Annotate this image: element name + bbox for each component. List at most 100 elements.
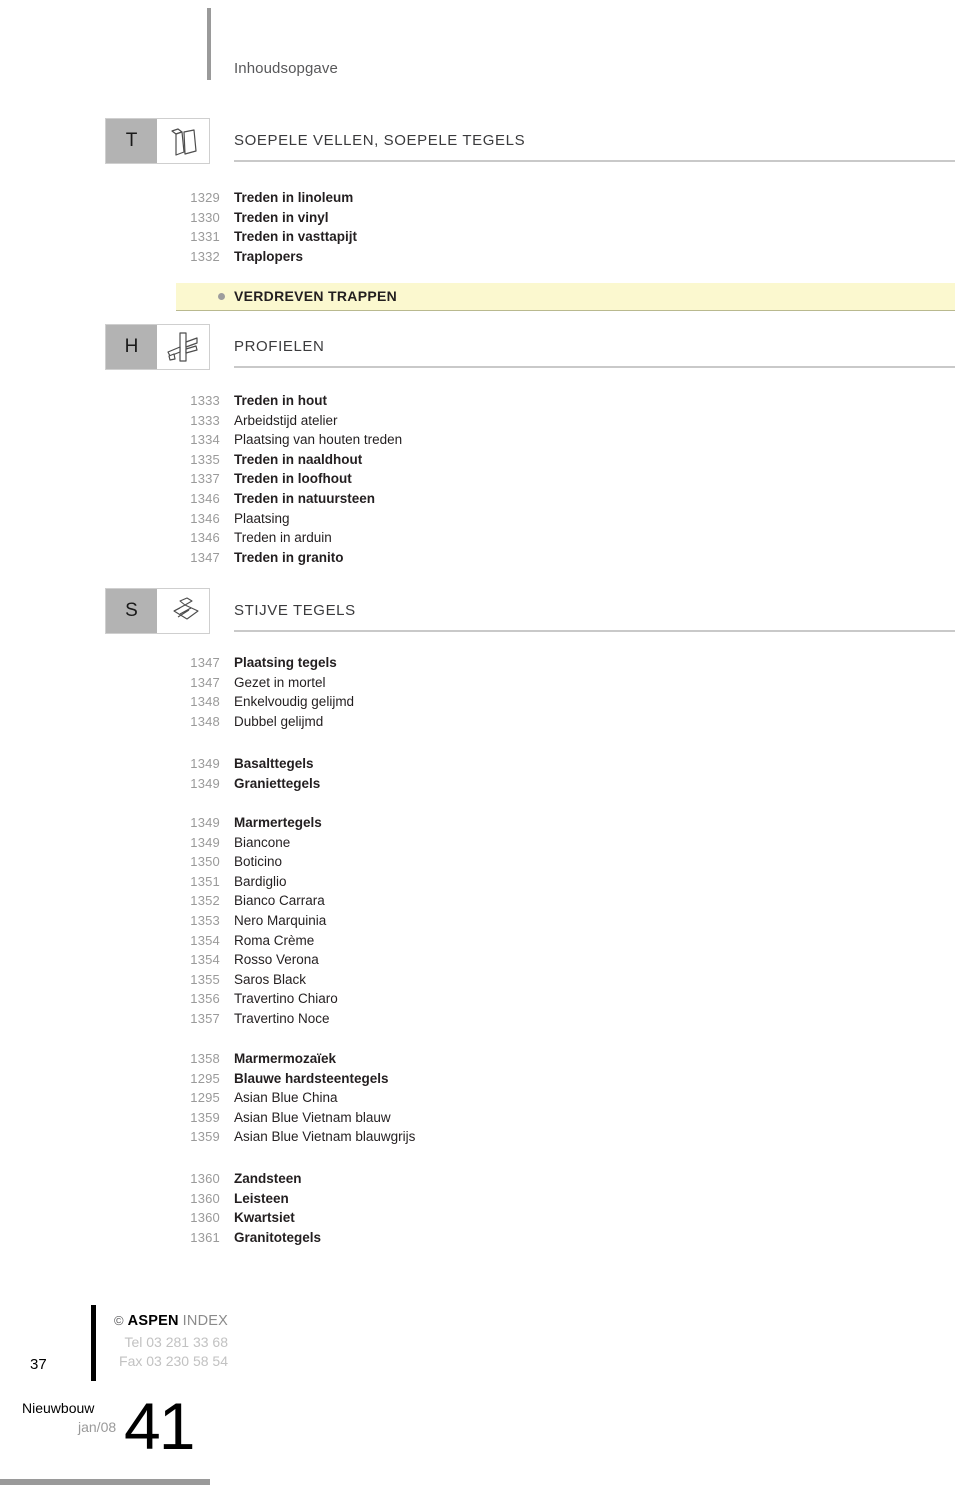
- toc-entry[interactable]: 1295 Asian Blue China: [0, 1090, 960, 1110]
- toc-entry-page: 1354: [190, 952, 220, 968]
- footer-fax: Fax 03 230 58 54: [119, 1353, 228, 1369]
- section-title: SOEPELE VELLEN, SOEPELE TEGELS: [234, 132, 526, 149]
- section-header: T SOEPELE VELLEN, SOEPELE TEGELS: [0, 118, 960, 164]
- toc-entry-title: Leisteen: [234, 1190, 289, 1206]
- section-divider: [234, 630, 955, 632]
- toc-entry[interactable]: 1333 Arbeidstijd atelier: [0, 413, 960, 433]
- toc-entry-title: Saros Black: [234, 971, 307, 987]
- header-accent-rule: [207, 8, 211, 80]
- toc-entry-page: 1331: [190, 229, 220, 245]
- toc-entry-title: Basalttegels: [234, 756, 314, 771]
- toc-entry-title: Kwartsiet: [234, 1210, 295, 1226]
- toc-entry-page: 1347: [190, 655, 220, 670]
- toc-entry[interactable]: 1346 Plaatsing: [0, 511, 960, 531]
- toc-entry[interactable]: 1337 Treden in loofhout: [0, 471, 960, 491]
- toc-entry-page: 1359: [190, 1129, 220, 1145]
- toc-entry[interactable]: 1349 Marmertegels: [0, 815, 960, 835]
- toc-entry-title: Marmertegels: [234, 815, 322, 830]
- toc-entry-title: Asian Blue China: [234, 1090, 338, 1106]
- vinyl-roll-icon: [157, 119, 209, 163]
- toc-entry-page: 1354: [190, 932, 220, 948]
- toc-entry[interactable]: 1360 Zandsteen: [0, 1171, 960, 1191]
- toc-entry[interactable]: 1295 Blauwe hardsteentegels: [0, 1071, 960, 1091]
- toc-entry[interactable]: 1359 Asian Blue Vietnam blauwgrijs: [0, 1129, 960, 1149]
- toc-entry[interactable]: 1346 Treden in natuursteen: [0, 491, 960, 511]
- toc-entry[interactable]: 1346 Treden in arduin: [0, 530, 960, 550]
- section-badge[interactable]: T: [105, 118, 210, 164]
- toc-entry-page: 1347: [190, 674, 220, 690]
- toc-entry[interactable]: 1349 Biancone: [0, 835, 960, 855]
- toc-entry-page: 1360: [190, 1210, 220, 1226]
- copyright-icon: ©: [114, 1313, 124, 1328]
- toc-entry[interactable]: 1348 Dubbel gelijmd: [0, 714, 960, 734]
- toc-entry-page: 1295: [190, 1070, 220, 1086]
- toc-entry-page: 1357: [190, 1011, 220, 1026]
- toc-entry[interactable]: 1330 Treden in vinyl: [0, 210, 960, 230]
- toc-entry-page: 1349: [190, 775, 220, 791]
- toc-entry[interactable]: 1357 Travertino Noce: [0, 1011, 960, 1031]
- toc-entry[interactable]: 1347 Plaatsing tegels: [0, 655, 960, 675]
- toc-entry[interactable]: 1349 Basalttegels: [0, 756, 960, 776]
- toc-entry[interactable]: 1350 Boticino: [0, 854, 960, 874]
- toc-entry-page: 1361: [190, 1229, 220, 1245]
- toc-entry-page: 1349: [190, 834, 220, 850]
- toc-entry[interactable]: 1355 Saros Black: [0, 972, 960, 992]
- toc-entry[interactable]: 1333 Treden in hout: [0, 393, 960, 413]
- toc-entry-page: 1337: [190, 471, 220, 487]
- section-badge[interactable]: H: [105, 324, 210, 370]
- toc-entry[interactable]: 1359 Asian Blue Vietnam blauw: [0, 1110, 960, 1130]
- section-badge-letter: H: [106, 325, 157, 369]
- toc-entry[interactable]: 1349 Graniettegels: [0, 776, 960, 796]
- toc-entry[interactable]: 1332 Traplopers: [0, 249, 960, 269]
- toc-entry-title: Treden in vinyl: [234, 209, 329, 225]
- toc-entry-page: 1346: [190, 510, 220, 526]
- section-header: S STIJVE TEGELS: [0, 588, 960, 634]
- toc-entry-page: 1350: [190, 854, 220, 870]
- profiles-icon: [157, 325, 209, 369]
- toc-entry[interactable]: 1360 Leisteen: [0, 1191, 960, 1211]
- section-divider: [234, 160, 955, 162]
- toc-entry[interactable]: 1354 Rosso Verona: [0, 952, 960, 972]
- toc-entry-page: 1352: [190, 893, 220, 909]
- section-title: PROFIELEN: [234, 338, 325, 355]
- toc-entry-title: Marmermozaïek: [234, 1051, 337, 1066]
- toc-entry-title: Arbeidstijd atelier: [234, 412, 338, 428]
- toc-entry[interactable]: 1351 Bardiglio: [0, 874, 960, 894]
- section-header: H PROFIELEN: [0, 324, 960, 370]
- toc-entry[interactable]: 1335 Treden in naaldhout: [0, 452, 960, 472]
- toc-entry-title: Blauwe hardsteentegels: [234, 1070, 389, 1086]
- toc-entry[interactable]: 1361 Granitotegels: [0, 1230, 960, 1250]
- stiff-tiles-icon: [157, 589, 209, 633]
- footer-page-number: 41: [124, 1389, 195, 1463]
- toc-entry[interactable]: 1352 Bianco Carrara: [0, 893, 960, 913]
- toc-entry[interactable]: 1334 Plaatsing van houten treden: [0, 432, 960, 452]
- toc-entry[interactable]: 1358 Marmermozaïek: [0, 1051, 960, 1071]
- toc-entry-title: Treden in natuursteen: [234, 491, 376, 506]
- highlight-row-verdreven-trappen[interactable]: VERDREVEN TRAPPEN: [176, 283, 955, 311]
- toc-entry-page: 1351: [190, 873, 220, 889]
- toc-entry[interactable]: 1360 Kwartsiet: [0, 1210, 960, 1230]
- toc-entry-title: Rosso Verona: [234, 952, 319, 968]
- toc-entry[interactable]: 1353 Nero Marquinia: [0, 913, 960, 933]
- toc-entry[interactable]: 1348 Enkelvoudig gelijmd: [0, 694, 960, 714]
- toc-entry[interactable]: 1347 Gezet in mortel: [0, 675, 960, 695]
- toc-entry-title: Dubbel gelijmd: [234, 713, 324, 729]
- toc-entry-title: Graniettegels: [234, 775, 321, 791]
- toc-entry-title: Treden in linoleum: [234, 190, 354, 205]
- toc-entry-title: Gezet in mortel: [234, 674, 326, 690]
- toc-entry-page: 1329: [190, 190, 220, 205]
- section-badge[interactable]: S: [105, 588, 210, 634]
- toc-entry-title: Traplopers: [234, 248, 304, 264]
- toc-entry[interactable]: 1331 Treden in vasttapijt: [0, 229, 960, 249]
- toc-entry-title: Roma Crème: [234, 932, 315, 948]
- footer-date: jan/08: [78, 1419, 117, 1435]
- toc-entry-title: Treden in vasttapijt: [234, 229, 358, 245]
- toc-entry[interactable]: 1347 Treden in granito: [0, 550, 960, 570]
- toc-entry[interactable]: 1354 Roma Crème: [0, 933, 960, 953]
- toc-entry-title: Bianco Carrara: [234, 893, 325, 909]
- toc-entry[interactable]: 1329 Treden in linoleum: [0, 190, 960, 210]
- toc-entry[interactable]: 1356 Travertino Chiaro: [0, 991, 960, 1011]
- toc-entry-title: Plaatsing tegels: [234, 655, 337, 670]
- toc-entry-title: Travertino Noce: [234, 1011, 330, 1026]
- toc-entry-page: 1359: [190, 1109, 220, 1125]
